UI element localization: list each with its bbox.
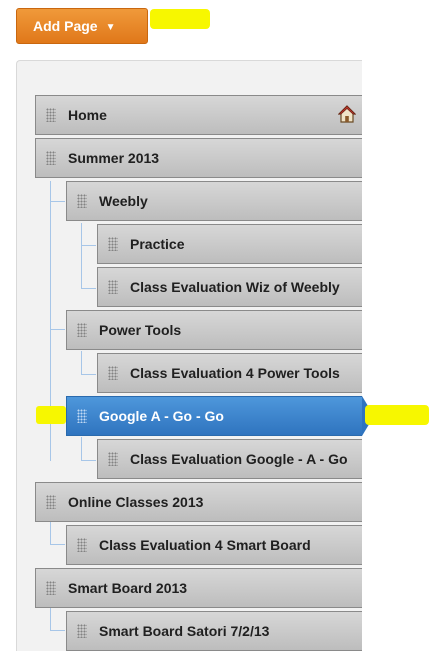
drag-handle-icon[interactable] — [46, 581, 56, 595]
page-tree-panel: Home Summer 2013 Weebly Practice Class E… — [16, 60, 382, 651]
page-item-label: Home — [68, 107, 107, 123]
page-item-class-evaluation-wiz[interactable]: Class Evaluation Wiz of Weebly — [97, 267, 362, 307]
drag-handle-icon[interactable] — [46, 495, 56, 509]
page-item-class-evaluation-smart-board[interactable]: Class Evaluation 4 Smart Board — [66, 525, 362, 565]
page-item-home[interactable]: Home — [35, 95, 362, 135]
tree-connector — [81, 351, 82, 375]
tree-connector — [50, 630, 65, 631]
add-page-label: Add Page — [33, 18, 98, 34]
drag-handle-icon[interactable] — [77, 409, 87, 423]
page-item-label: Smart Board 2013 — [68, 580, 188, 596]
page-item-weebly[interactable]: Weebly — [66, 181, 362, 221]
caret-down-icon: ▼ — [105, 22, 116, 33]
tree-connector — [50, 607, 51, 631]
drag-handle-icon[interactable] — [77, 624, 87, 638]
tree-connector — [50, 521, 51, 545]
drag-handle-icon[interactable] — [77, 323, 87, 337]
drag-handle-icon[interactable] — [108, 280, 118, 294]
tree-connector — [81, 288, 96, 289]
page-item-summer-2013[interactable]: Summer 2013 — [35, 138, 362, 178]
page-item-class-evaluation-power-tools[interactable]: Class Evaluation 4 Power Tools — [97, 353, 362, 393]
page-item-practice[interactable]: Practice — [97, 224, 362, 264]
tree-connector — [81, 223, 82, 289]
drag-handle-icon[interactable] — [108, 452, 118, 466]
page-item-class-evaluation-google[interactable]: Class Evaluation Google - A - Go — [97, 439, 362, 479]
highlight-marker — [150, 9, 210, 29]
page-item-label: Google A - Go - Go — [99, 408, 224, 424]
home-icon — [338, 105, 356, 123]
page-item-label: Weebly — [99, 193, 148, 209]
tree-connector — [50, 544, 65, 545]
drag-handle-icon[interactable] — [46, 151, 56, 165]
page-item-label: Online Classes 2013 — [68, 494, 204, 510]
drag-handle-icon[interactable] — [46, 108, 56, 122]
page-item-label: Class Evaluation 4 Power Tools — [130, 365, 340, 381]
page-item-label: Summer 2013 — [68, 150, 160, 166]
page-item-label: Practice — [130, 236, 185, 252]
page-item-smart-board-satori[interactable]: Smart Board Satori 7/2/13 — [66, 611, 362, 651]
page-item-google-a-go-go[interactable]: Google A - Go - Go — [66, 396, 382, 436]
tree-connector — [81, 437, 82, 461]
tree-connector — [81, 245, 96, 246]
highlight-marker — [365, 405, 429, 425]
highlight-marker — [36, 406, 66, 424]
page-item-smart-board-2013[interactable]: Smart Board 2013 — [35, 568, 362, 608]
tree-connector — [81, 374, 96, 375]
page-item-label: Class Evaluation 4 Smart Board — [99, 537, 311, 553]
page-item-online-classes-2013[interactable]: Online Classes 2013 — [35, 482, 362, 522]
tree-connector — [50, 201, 65, 202]
page-item-label: Class Evaluation Wiz of Weebly — [130, 279, 340, 295]
drag-handle-icon[interactable] — [108, 366, 118, 380]
tree-connector — [50, 329, 65, 330]
drag-handle-icon[interactable] — [77, 194, 87, 208]
page-item-label: Smart Board Satori 7/2/13 — [99, 623, 270, 639]
drag-handle-icon[interactable] — [77, 538, 87, 552]
tree-connector — [81, 460, 96, 461]
add-page-button[interactable]: Add Page ▼ — [16, 8, 148, 44]
page-item-power-tools[interactable]: Power Tools — [66, 310, 362, 350]
page-item-label: Class Evaluation Google - A - Go — [130, 451, 348, 467]
page-item-label: Power Tools — [99, 322, 182, 338]
drag-handle-icon[interactable] — [108, 237, 118, 251]
